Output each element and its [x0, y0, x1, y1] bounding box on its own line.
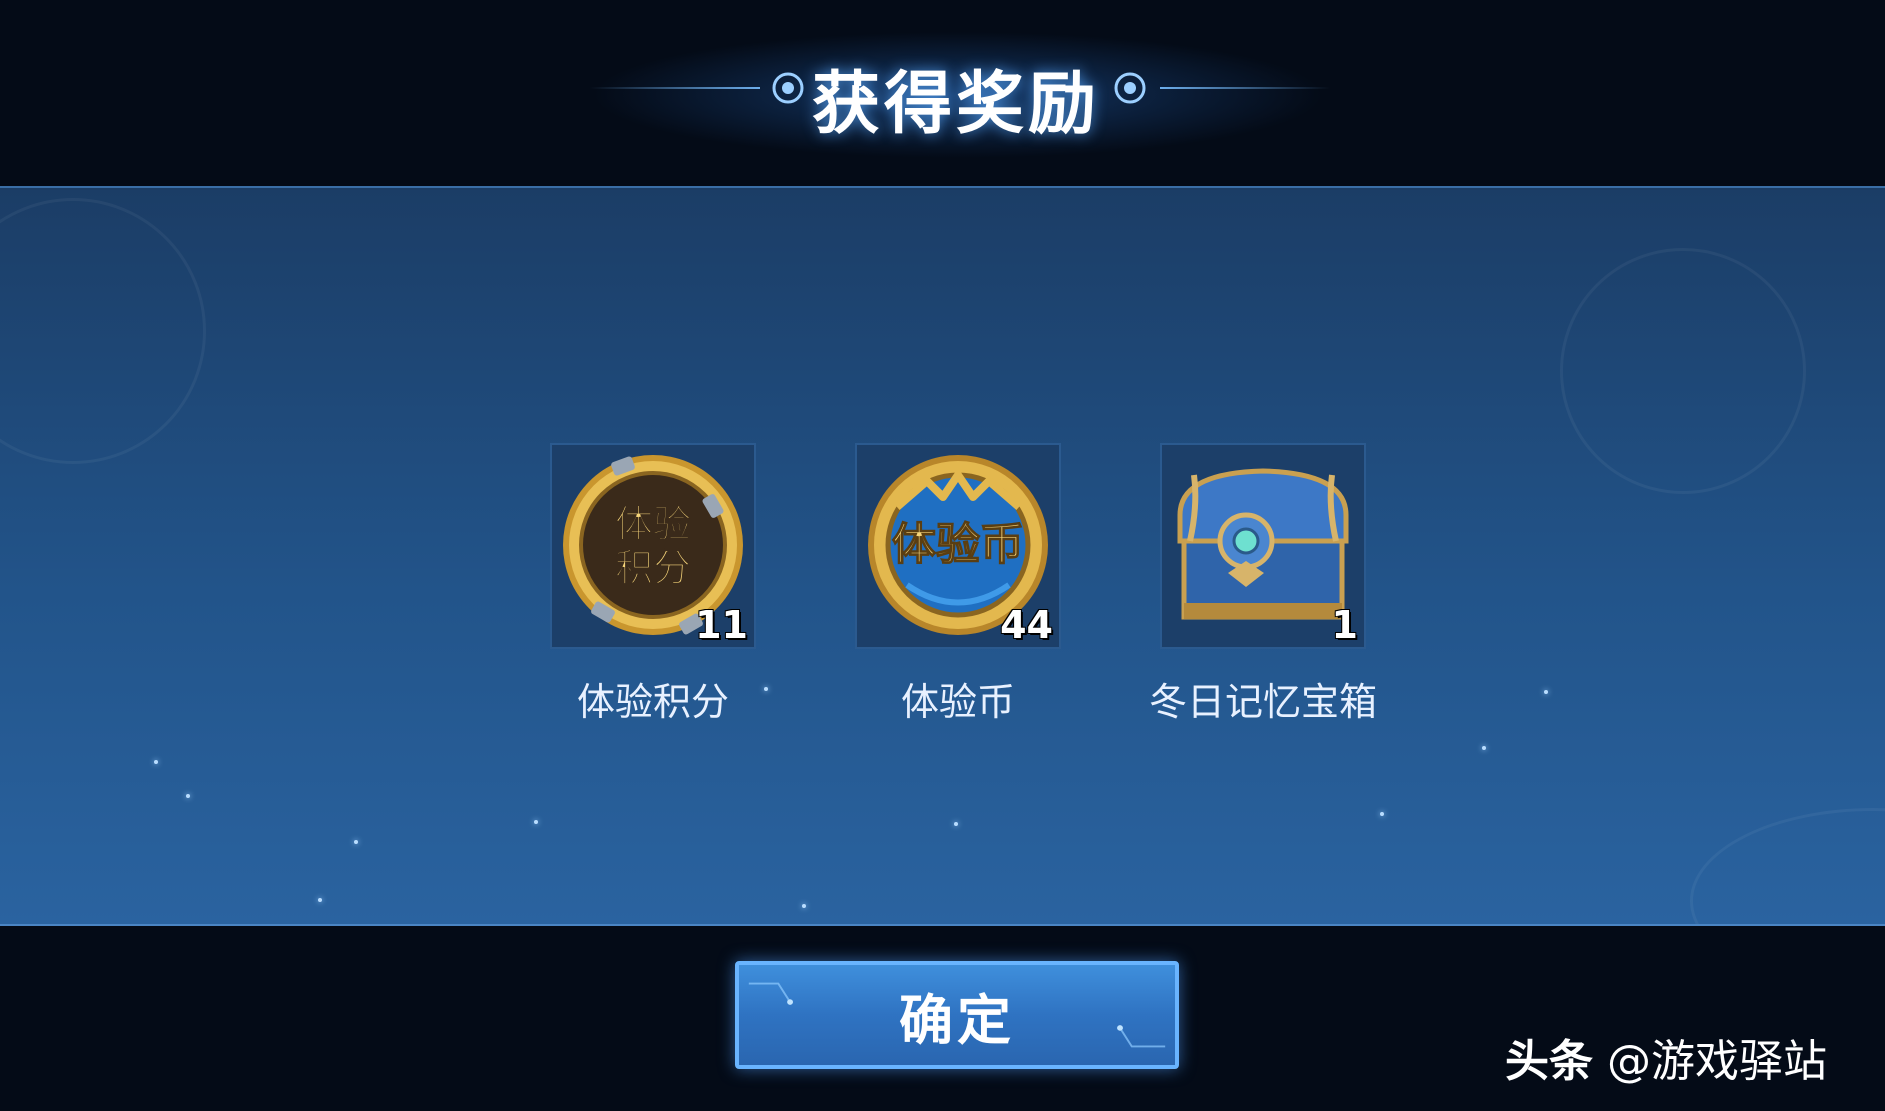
sparkle [954, 822, 958, 826]
background-arc [1690, 808, 1885, 924]
sparkle [534, 820, 538, 824]
title-ornament-right-icon [1114, 72, 1146, 104]
confirm-button-label: 确定 [899, 988, 1015, 1052]
sparkle [318, 898, 322, 902]
reward-label: 冬日记忆宝箱 [1148, 680, 1377, 724]
sparkle [1544, 690, 1548, 694]
sparkle [186, 794, 190, 798]
sparkle [1482, 746, 1486, 750]
reward-icon-frame[interactable]: 体验币 44 [855, 443, 1061, 649]
coin-text-top: 体验 [615, 502, 691, 546]
reward-count: 44 [1000, 603, 1053, 647]
reward-icon-frame[interactable]: 1 [1160, 443, 1366, 649]
reward-item[interactable]: 体验币 44 体验币 [855, 443, 1061, 724]
watermark: 头条 @游戏驿站 [1505, 1025, 1865, 1089]
page-title: 获得奖励 [811, 65, 1100, 144]
background-radar [1560, 248, 1806, 494]
coin-text-bottom: 积分 [615, 546, 691, 590]
title-line-right [1160, 87, 1330, 89]
title-line-left [590, 87, 760, 89]
reward-item[interactable]: 1 冬日记忆宝箱 [1149, 443, 1377, 724]
sparkle [154, 760, 158, 764]
sparkle [802, 904, 806, 908]
reward-icon-frame[interactable]: 体验 积分 11 [550, 443, 756, 649]
sparkle [1380, 812, 1384, 816]
coin-text: 体验币 [892, 519, 1024, 570]
watermark-brand: 头条 [1505, 1036, 1593, 1087]
confirm-button[interactable]: 确定 [735, 961, 1179, 1069]
watermark-handle: @游戏驿站 [1607, 1036, 1827, 1087]
reward-count: 11 [695, 603, 748, 647]
reward-count: 1 [1331, 603, 1358, 647]
reward-item[interactable]: 体验 积分 11 体验积分 [550, 443, 756, 724]
title-banner: 获得奖励 [0, 40, 1885, 144]
background-emblem [0, 198, 206, 464]
sparkle [354, 840, 358, 844]
reward-label: 体验积分 [576, 680, 729, 724]
reward-label: 体验币 [900, 680, 1015, 724]
title-ornament-left-icon [772, 72, 804, 104]
reward-panel: 体验 积分 11 体验积分 体验币 44 体验币 1 冬日记忆宝箱 [0, 186, 1885, 926]
